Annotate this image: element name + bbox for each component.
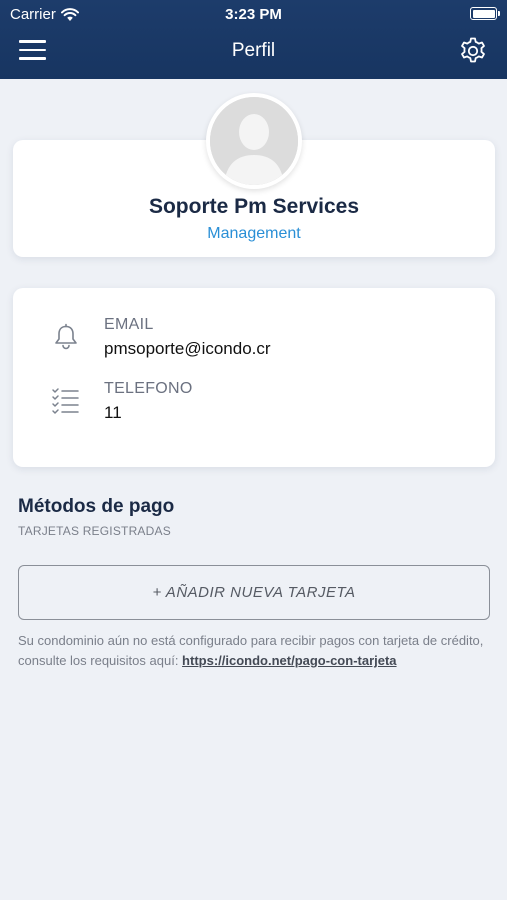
email-label: EMAIL bbox=[104, 316, 154, 333]
add-card-button[interactable]: + AÑADIR NUEVA TARJETA bbox=[18, 565, 490, 620]
email-value[interactable]: pmsoporte@icondo.cr bbox=[104, 339, 271, 359]
nav-bar: Perfil bbox=[0, 28, 507, 74]
app-header: Carrier 3:23 PM Perfil bbox=[0, 0, 507, 79]
phone-value[interactable]: 11 bbox=[104, 403, 122, 423]
avatar[interactable] bbox=[206, 93, 302, 189]
status-bar: Carrier 3:23 PM bbox=[0, 0, 507, 28]
user-placeholder-icon bbox=[210, 97, 298, 185]
checklist-icon bbox=[51, 385, 81, 415]
payment-methods-title: Métodos de pago bbox=[18, 496, 175, 517]
bell-icon bbox=[51, 321, 81, 351]
status-time: 3:23 PM bbox=[225, 6, 282, 23]
phone-label: TELEFONO bbox=[104, 380, 193, 397]
page-title: Perfil bbox=[231, 40, 276, 61]
profile-role: Management bbox=[207, 225, 301, 242]
profile-name: Soporte Pm Services bbox=[148, 195, 360, 218]
payment-notice: Su condominio aún no está configurado pa… bbox=[18, 631, 490, 671]
contact-card: EMAIL pmsoporte@icondo.cr TELEFONO 11 bbox=[13, 288, 495, 467]
gear-icon[interactable] bbox=[458, 36, 488, 66]
registered-cards-subtitle: TARJETAS REGISTRADAS bbox=[18, 524, 171, 538]
payment-requirements-link[interactable]: https://icondo.net/pago-con-tarjeta bbox=[182, 653, 397, 668]
battery-icon bbox=[470, 7, 500, 20]
